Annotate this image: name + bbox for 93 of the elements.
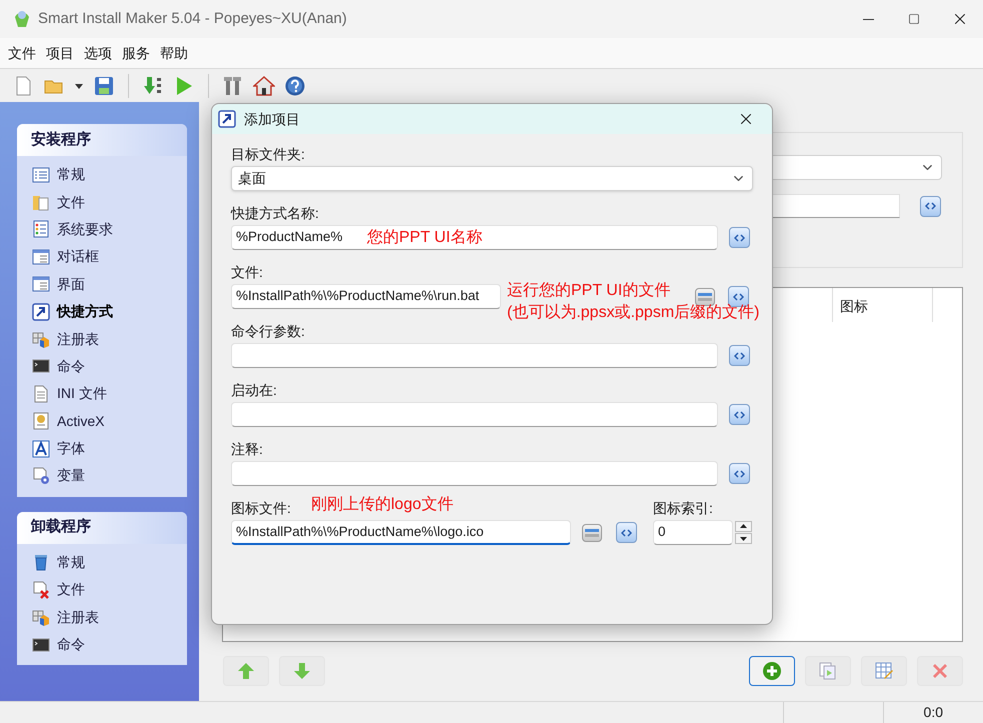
annotation-text: (也可以为.ppsx或.ppsm后缀的文件) (507, 302, 760, 323)
annotation-text: 刚刚上传的logo文件 (311, 494, 454, 515)
house-icon[interactable] (253, 74, 275, 96)
annotation-text: 运行您的PPT UI的文件 (507, 280, 670, 301)
sidebar-item[interactable]: 常规 (32, 552, 187, 574)
menu-item[interactable]: 帮助 (160, 42, 188, 64)
edit-button[interactable] (861, 656, 907, 686)
sidebar-item[interactable]: 文件 (32, 579, 187, 600)
document-icon (32, 384, 50, 403)
field-label: 注释: (231, 440, 264, 459)
browse-button[interactable] (582, 524, 602, 542)
help-icon[interactable] (284, 74, 306, 96)
sidebar-item[interactable]: 界面 (32, 274, 187, 295)
variable-button[interactable] (729, 463, 750, 484)
sidebar-item[interactable]: 字体 (32, 438, 187, 460)
code-brackets-icon (925, 202, 936, 210)
sidebar-item[interactable]: 变量 (32, 465, 187, 487)
section-title: 安装程序 (31, 130, 91, 150)
variable-button[interactable] (920, 196, 941, 216)
column-header[interactable]: 图标 (833, 288, 933, 322)
menu-item[interactable]: 项目 (46, 42, 74, 64)
field-label: 目标文件夹: (231, 145, 306, 164)
field-label: 快捷方式名称: (231, 204, 320, 223)
maximize-icon (908, 13, 920, 25)
sidebar-item[interactable]: 系统要求 (32, 218, 187, 240)
font-icon (32, 440, 50, 458)
code-brackets-icon (734, 234, 745, 242)
console-icon (32, 357, 50, 376)
down-arrow-icon (292, 661, 312, 681)
text-field[interactable]: %InstallPath%\%ProductName%\logo.ico (231, 520, 571, 545)
cubes-icon (32, 608, 50, 626)
folder-document-icon (32, 193, 50, 212)
trash-bin-icon (32, 553, 50, 572)
text-field[interactable]: %InstallPath%\%ProductName%\run.bat (231, 284, 501, 309)
text-field[interactable] (231, 343, 718, 368)
app-logo-icon (12, 9, 32, 29)
plus-circle-icon (762, 661, 782, 681)
code-brackets-icon (734, 410, 745, 418)
folder-select[interactable]: 桌面 (231, 166, 753, 191)
menu-item[interactable]: 选项 (84, 42, 112, 64)
window-title: Smart Install Maker 5.04 - Popeyes~XU(Anan) (38, 8, 347, 29)
copy-button[interactable] (805, 656, 851, 686)
field-label: 文件: (231, 263, 264, 282)
field-label: 命令行参数: (231, 322, 306, 341)
sidebar-item[interactable]: ActiveX (32, 410, 187, 432)
copy-pages-icon (818, 661, 838, 681)
minimize-icon (862, 18, 874, 20)
field-label: 启动在: (231, 381, 278, 400)
field-label: 图标索引: (653, 499, 714, 518)
sidebar-item[interactable]: 注册表 (32, 328, 187, 350)
edit-table-icon (874, 661, 894, 681)
field-label: 图标文件: (231, 499, 291, 518)
sidebar-item[interactable]: 文件 (32, 191, 187, 213)
cursor-position: 0:0 (924, 703, 943, 722)
menu-item[interactable]: 服务 (122, 42, 150, 64)
dialog-title: 添加项目 (244, 110, 300, 128)
tools-icon[interactable] (222, 74, 244, 96)
code-brackets-icon (621, 528, 632, 536)
variable-button[interactable] (616, 522, 637, 543)
sidebar-item[interactable]: 快捷方式 (32, 300, 187, 322)
variable-button[interactable] (729, 404, 750, 425)
delete-button[interactable] (917, 656, 963, 686)
sidebar-item[interactable]: INI 文件 (32, 383, 187, 405)
code-brackets-icon (733, 292, 744, 300)
window-icon (32, 248, 50, 266)
text-field[interactable] (231, 461, 718, 486)
code-brackets-icon (734, 352, 745, 360)
sidebar-item[interactable]: 注册表 (32, 606, 187, 628)
window-icon (32, 275, 50, 294)
annotation-text: 您的PPT UI名称 (367, 228, 482, 248)
cubes-icon (32, 330, 50, 348)
add-button[interactable] (749, 656, 795, 686)
document-gear-icon (32, 466, 50, 485)
up-arrow-icon (236, 661, 256, 681)
sidebar-item[interactable]: 常规 (32, 164, 187, 186)
code-brackets-icon (734, 470, 745, 478)
list-icon (32, 166, 50, 184)
section-title: 卸载程序 (31, 517, 91, 538)
sidebar-item[interactable]: 命令 (32, 634, 187, 656)
variable-button[interactable] (729, 345, 750, 366)
spinner-control[interactable] (735, 521, 752, 544)
variable-button[interactable] (729, 227, 750, 248)
certificate-icon (32, 412, 50, 430)
menu-item[interactable]: 文件 (8, 42, 36, 64)
checklist-icon (32, 220, 50, 238)
document-delete-icon (32, 580, 50, 599)
sidebar-item[interactable]: 命令 (32, 356, 187, 378)
console-icon (32, 636, 50, 654)
text-field[interactable] (231, 402, 718, 427)
number-field[interactable]: 0 (653, 520, 733, 545)
sidebar-item[interactable]: 对话框 (32, 246, 187, 268)
browse-button[interactable] (695, 288, 715, 306)
download-arrow-icon[interactable] (142, 74, 164, 96)
